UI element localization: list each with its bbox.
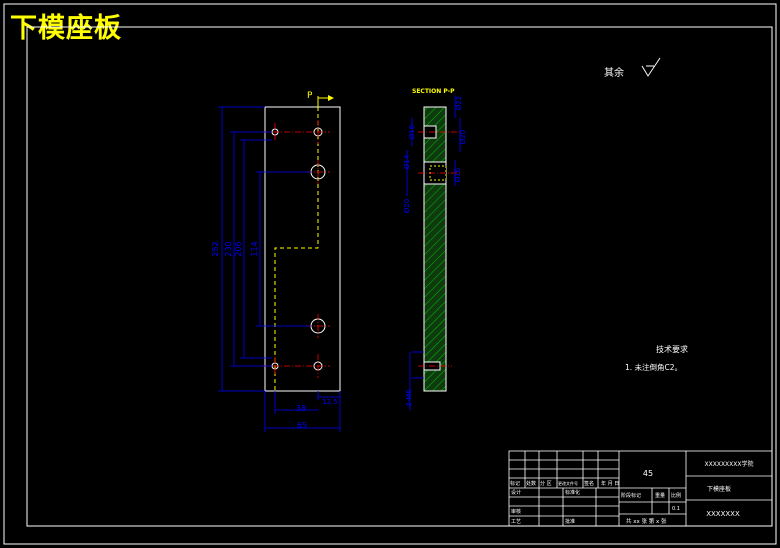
title-block-text: 45 XXXXXXXXX学院 下模座板 XXXXXXX 0.1 共 xx 张 第… (510, 460, 754, 525)
section-view: SECTION P-P Ø16 Ø14 Ø20 Ø22 Ø20 Ø16 2-M6 (403, 88, 467, 410)
tb-part-name: 下模座板 (707, 485, 731, 493)
dim-38: 38 (296, 404, 306, 413)
tb-cell-signature: 签名 (584, 480, 594, 487)
dim-phi16-right: Ø16 (454, 167, 462, 182)
front-outline (264, 106, 341, 392)
dim-2-m6: 2-M6 (405, 389, 413, 407)
dim-phi20-right: Ø20 (459, 130, 467, 144)
tb-cell-weight: 重量 (655, 492, 665, 499)
dim-114: 114 (250, 241, 259, 256)
dim-206: 206 (234, 241, 243, 256)
tb-cell-stage: 阶段标记 (621, 492, 641, 499)
section-body-hatched (423, 106, 447, 392)
tb-cell-design: 设计 (511, 489, 521, 496)
tb-cell-date: 年 月 日 (601, 480, 619, 487)
surface-finish-note: 其余 (604, 66, 624, 79)
dim-phi22: Ø22 (455, 96, 463, 110)
tb-cell-approve: 批准 (565, 518, 575, 525)
drawing-canvas: 下模座板 P 252 230 206 114 12.5 38 65 SECTIO… (0, 0, 780, 548)
tech-req-item: 1. 未注倒角C2。 (625, 362, 682, 372)
tb-cell-zone: 分 区 (540, 480, 552, 487)
centerlines (262, 120, 330, 378)
section-marker-label: P (307, 91, 313, 101)
section-cut-arrowhead (328, 95, 334, 101)
dim-65: 65 (297, 421, 307, 430)
dim-phi20-left: Ø20 (403, 199, 411, 213)
dim-phi14: Ø14 (403, 154, 411, 169)
dim-230: 230 (224, 241, 233, 256)
surface-finish-icon (641, 57, 661, 77)
tb-cell-change-doc: 更改文件号 (558, 480, 578, 486)
front-view: P 252 230 206 114 12.5 38 65 (211, 91, 341, 432)
tb-cell-review: 审核 (511, 508, 521, 515)
tb-cell-process: 工艺 (511, 519, 521, 525)
tb-cell-standard: 标准化 (565, 489, 580, 496)
dim-phi16-left: Ø16 (408, 124, 416, 139)
dim-252: 252 (211, 241, 220, 256)
cad-drawing: P 252 230 206 114 12.5 38 65 SECTION P-P… (3, 3, 777, 545)
tech-req-heading: 技术要求 (656, 344, 688, 354)
tb-sheet: 共 xx 张 第 x 张 (626, 517, 667, 525)
outer-border (3, 3, 777, 545)
tb-cell-scale: 比例 (671, 492, 681, 499)
section-title: SECTION P-P (412, 88, 455, 95)
tb-scale: 0.1 (672, 506, 680, 512)
dim-12-5: 12.5 (322, 398, 338, 406)
tb-cell-count: 处数 (526, 480, 536, 487)
tb-material: 45 (643, 469, 653, 478)
tb-drawing-no: XXXXXXX (706, 510, 740, 518)
tb-school: XXXXXXXXX学院 (705, 460, 754, 468)
hidden-step-line (274, 107, 319, 391)
tb-cell-mark: 标记 (510, 480, 520, 487)
